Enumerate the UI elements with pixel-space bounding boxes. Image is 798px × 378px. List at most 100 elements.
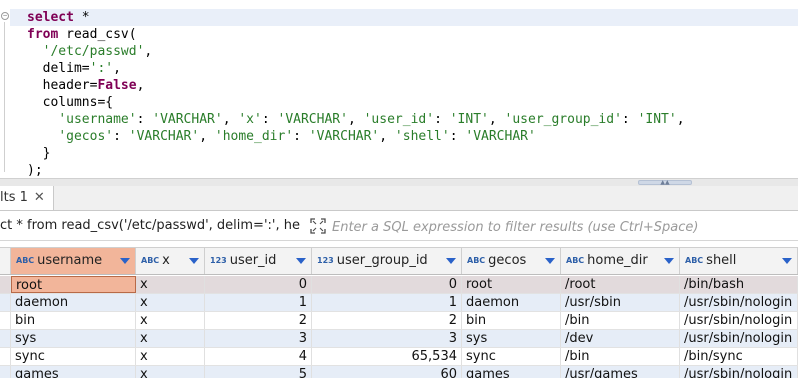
cell-shell[interactable]: /usr/sbin/nologin bbox=[680, 312, 798, 329]
column-header-gecos[interactable]: ABC gecos bbox=[462, 248, 561, 274]
row-number-cell[interactable] bbox=[0, 366, 11, 378]
expand-icon[interactable] bbox=[310, 218, 326, 234]
cell-user-group-id[interactable]: 0 bbox=[312, 276, 462, 293]
row-number-cell[interactable] bbox=[0, 330, 11, 347]
close-tab-icon[interactable]: ✕ bbox=[34, 190, 45, 205]
sql-string: 'home_dir' bbox=[214, 129, 294, 144]
cell-user-id[interactable]: 0 bbox=[205, 276, 312, 293]
cell-username[interactable]: bin bbox=[11, 312, 136, 329]
cell-home-dir[interactable]: /root bbox=[561, 276, 680, 293]
cell-user-id[interactable]: 1 bbox=[205, 294, 312, 311]
cell-gecos[interactable]: games bbox=[462, 366, 561, 378]
code-line[interactable]: columns={ bbox=[27, 94, 113, 111]
sort-filter-icon[interactable] bbox=[446, 258, 456, 264]
cell-gecos[interactable]: daemon bbox=[462, 294, 561, 311]
column-header-shell[interactable]: ABC shell bbox=[680, 248, 798, 274]
cell-user-id[interactable]: 4 bbox=[205, 348, 312, 365]
table-row[interactable]: sys x 3 3 sys/dev/usr/sbin/nologin bbox=[0, 330, 798, 348]
active-query-text: ct * from read_csv('/etc/passwd', delim=… bbox=[0, 218, 300, 233]
code-line[interactable]: select * bbox=[10, 9, 798, 26]
code-line[interactable]: from read_csv( bbox=[27, 26, 137, 43]
cell-gecos[interactable]: root bbox=[462, 276, 561, 293]
filter-input[interactable] bbox=[330, 214, 798, 240]
cell-user-id[interactable]: 5 bbox=[205, 366, 312, 378]
cell-home-dir[interactable]: /usr/games bbox=[561, 366, 680, 378]
column-header-user-group-id[interactable]: 123 user_group_id bbox=[312, 248, 462, 274]
sort-filter-icon[interactable] bbox=[782, 258, 792, 264]
table-row[interactable]: daemon x 1 1 daemon/usr/sbin/usr/sbin/nologi… bbox=[0, 294, 798, 312]
sql-string: 'x' bbox=[238, 112, 262, 127]
code-line[interactable]: delim=':', bbox=[27, 60, 121, 77]
column-name: user_group_id bbox=[336, 253, 428, 268]
cell-user-group-id[interactable]: 2 bbox=[312, 312, 462, 329]
cell-user-group-id[interactable]: 1 bbox=[312, 294, 462, 311]
cell-x[interactable]: x bbox=[136, 348, 205, 365]
cell-gecos[interactable]: sync bbox=[462, 348, 561, 365]
cell-user-id[interactable]: 3 bbox=[205, 330, 312, 347]
sort-filter-icon[interactable] bbox=[189, 258, 199, 264]
splitter-grip-icon[interactable]: ▲▲ bbox=[638, 180, 692, 186]
sort-filter-icon[interactable] bbox=[545, 258, 555, 264]
cell-user-group-id[interactable]: 3 bbox=[312, 330, 462, 347]
row-number-header[interactable] bbox=[0, 248, 11, 274]
cell-gecos[interactable]: bin bbox=[462, 312, 561, 329]
code-line[interactable]: 'gecos': 'VARCHAR', 'home_dir': 'VARCHAR… bbox=[27, 128, 536, 145]
cell-x[interactable]: x bbox=[136, 312, 205, 329]
code-line[interactable]: '/etc/passwd', bbox=[27, 43, 153, 60]
sql-text: , bbox=[488, 112, 505, 127]
cell-x[interactable]: x bbox=[136, 276, 205, 293]
cell-x[interactable]: x bbox=[136, 366, 205, 378]
text-type-icon: ABC bbox=[16, 256, 35, 265]
sql-text: } bbox=[27, 146, 51, 161]
column-header-x[interactable]: ABC x bbox=[136, 248, 205, 274]
code-line[interactable]: header=False, bbox=[27, 77, 145, 94]
table-row[interactable]: games x 5 60 games/usr/games/usr/sbin/nologi… bbox=[0, 366, 798, 378]
cell-username[interactable]: sync bbox=[11, 348, 136, 365]
table-row[interactable]: root x 0 0 root/root/bin/bash bbox=[0, 276, 798, 294]
code-line[interactable]: } bbox=[27, 145, 51, 162]
code-line[interactable]: 'username': 'VARCHAR', 'x': 'VARCHAR', '… bbox=[27, 111, 684, 128]
column-name: x bbox=[162, 253, 170, 268]
column-header-user-id[interactable]: 123 user_id bbox=[205, 248, 312, 274]
row-number-cell[interactable] bbox=[0, 294, 11, 311]
cell-home-dir[interactable]: /bin bbox=[561, 312, 680, 329]
cell-username[interactable]: games bbox=[11, 366, 136, 378]
table-row[interactable]: bin x 2 2 bin/bin/usr/sbin/nologin bbox=[0, 312, 798, 330]
row-number-cell[interactable] bbox=[0, 312, 11, 329]
cell-shell[interactable]: /bin/bash bbox=[680, 276, 798, 293]
cell-user-group-id[interactable]: 65,534 bbox=[312, 348, 462, 365]
cell-shell[interactable]: /usr/sbin/nologin bbox=[680, 330, 798, 347]
tab-results-1[interactable]: lts 1 ✕ bbox=[0, 186, 54, 210]
cell-user-group-id[interactable]: 60 bbox=[312, 366, 462, 378]
sort-filter-icon[interactable] bbox=[664, 258, 674, 264]
table-row[interactable]: sync x 4 65,534 sync/bin/bin/sync bbox=[0, 348, 798, 366]
row-number-cell[interactable] bbox=[0, 276, 11, 293]
column-header-username[interactable]: ABC username bbox=[11, 248, 136, 274]
cell-home-dir[interactable]: /dev bbox=[561, 330, 680, 347]
cell-user-id[interactable]: 2 bbox=[205, 312, 312, 329]
cell-x[interactable]: x bbox=[136, 330, 205, 347]
sql-string: 'username' bbox=[58, 112, 137, 127]
cell-x[interactable]: x bbox=[136, 294, 205, 311]
column-header-home-dir[interactable]: ABC home_dir bbox=[561, 248, 680, 274]
sort-filter-icon[interactable] bbox=[296, 258, 306, 264]
sql-text: : bbox=[621, 112, 638, 127]
cell-gecos[interactable]: sys bbox=[462, 330, 561, 347]
code-line[interactable]: ); bbox=[27, 162, 43, 178]
sql-editor[interactable]: − select * from read_csv( '/etc/passwd', … bbox=[0, 0, 798, 178]
results-tab-bar: lts 1 ✕ bbox=[0, 186, 798, 211]
cell-home-dir[interactable]: /bin bbox=[561, 348, 680, 365]
fold-icon[interactable]: − bbox=[1, 12, 9, 20]
row-number-cell[interactable] bbox=[0, 348, 11, 365]
fold-range-line bbox=[4, 22, 5, 172]
cell-shell[interactable]: /bin/sync bbox=[680, 348, 798, 365]
cell-username[interactable]: sys bbox=[11, 330, 136, 347]
cell-shell[interactable]: /usr/sbin/nologin bbox=[680, 294, 798, 311]
sort-filter-icon[interactable] bbox=[120, 258, 130, 264]
sql-string: 'VARCHAR' bbox=[277, 112, 348, 127]
cell-home-dir[interactable]: /usr/sbin bbox=[561, 294, 680, 311]
cell-username[interactable]: root bbox=[11, 276, 136, 293]
cell-username[interactable]: daemon bbox=[11, 294, 136, 311]
cell-shell[interactable]: /usr/sbin/nologin bbox=[680, 366, 798, 378]
panel-splitter[interactable]: ▲▲ bbox=[0, 178, 798, 186]
